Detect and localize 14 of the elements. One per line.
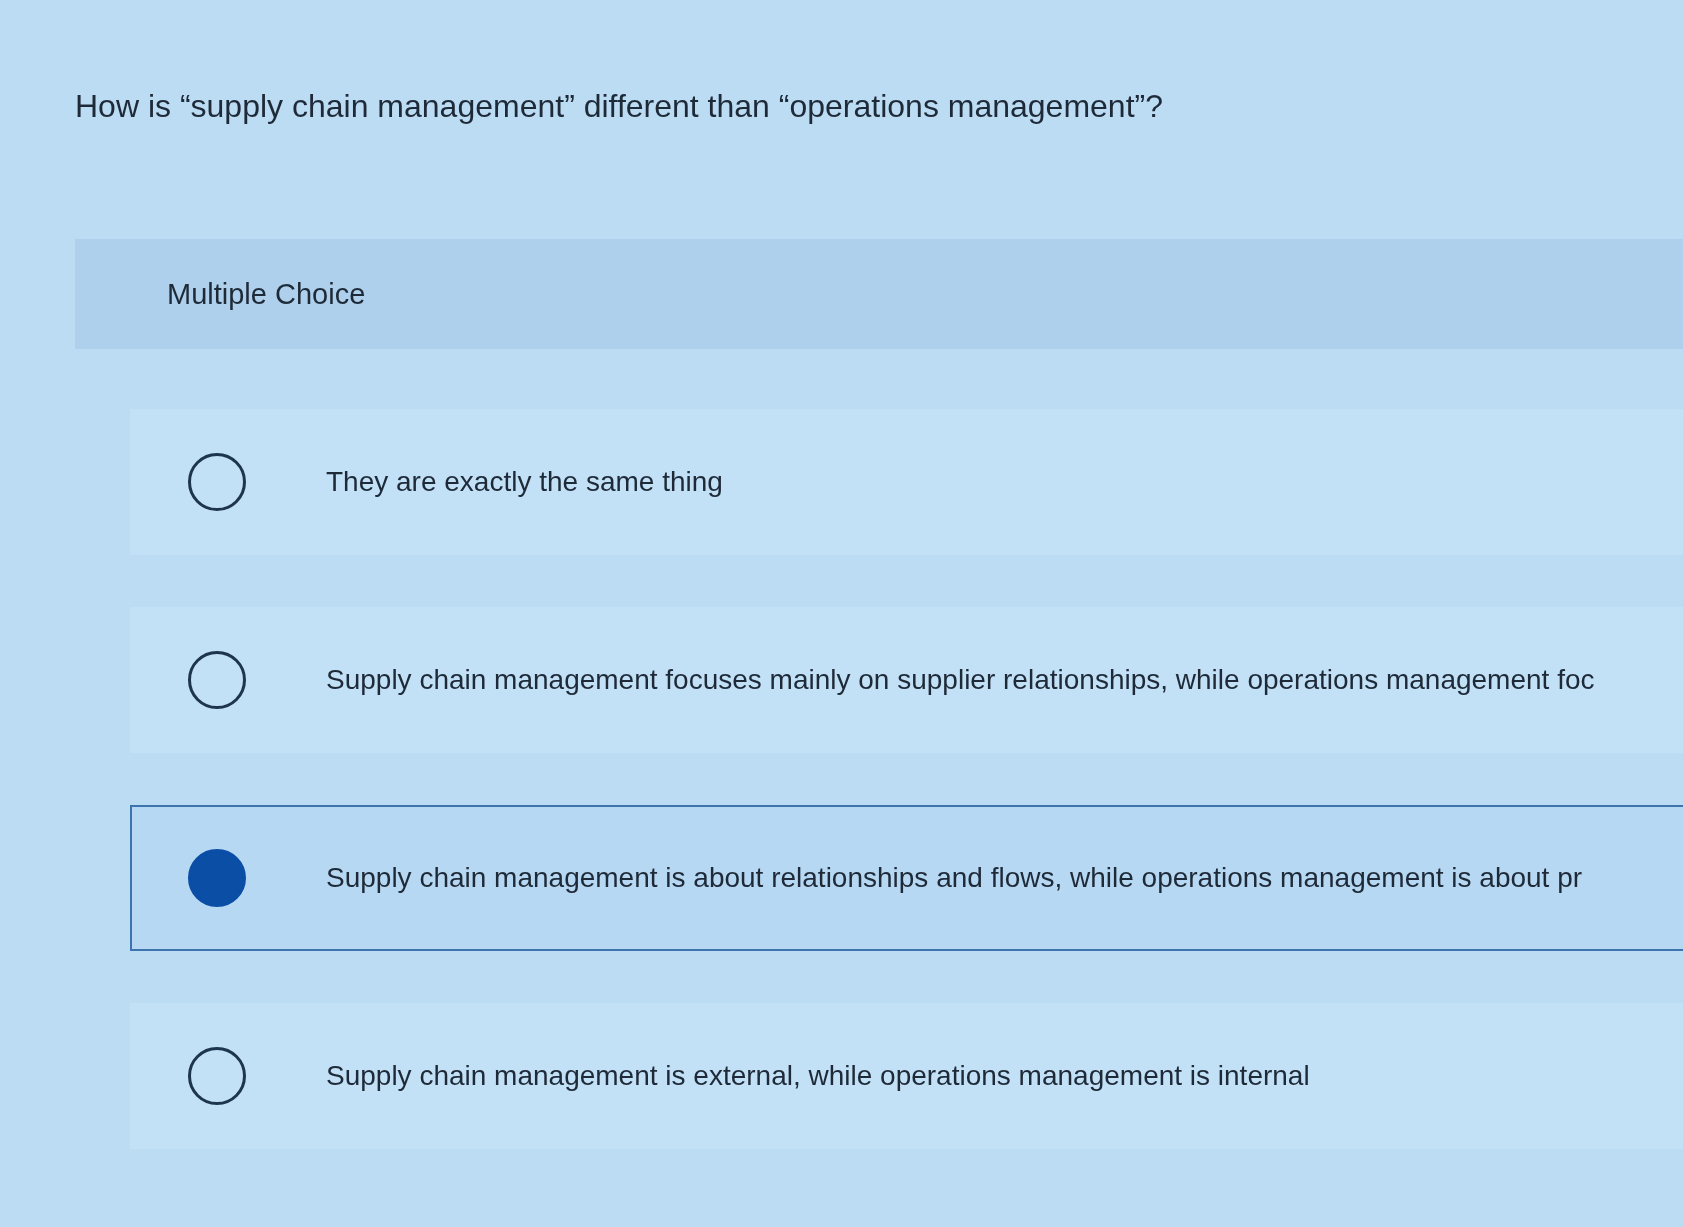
radio-button[interactable]	[188, 849, 246, 907]
radio-button[interactable]	[188, 453, 246, 511]
answer-option[interactable]: Supply chain management is external, while operations management is internal	[130, 1003, 1683, 1149]
radio-button[interactable]	[188, 1047, 246, 1105]
answer-option[interactable]: Supply chain management focuses mainly on supplier relationships, while operations management foc	[130, 607, 1683, 753]
section-label: Multiple Choice	[167, 277, 366, 311]
answer-option[interactable]: Supply chain management is about relationships and flows, while operations management is about pr	[130, 805, 1683, 951]
option-text: They are exactly the same thing	[326, 466, 723, 498]
option-text: Supply chain management is about relationships and flows, while operations management is about pr	[326, 862, 1583, 894]
answer-option[interactable]: They are exactly the same thing	[130, 409, 1683, 555]
question-text: How is “supply chain management” different than “operations management”?	[74, 87, 1164, 125]
option-text: Supply chain management focuses mainly on supplier relationships, while operations management foc	[326, 664, 1595, 696]
radio-button[interactable]	[188, 651, 246, 709]
option-text: Supply chain management is external, while operations management is internal	[326, 1060, 1310, 1092]
